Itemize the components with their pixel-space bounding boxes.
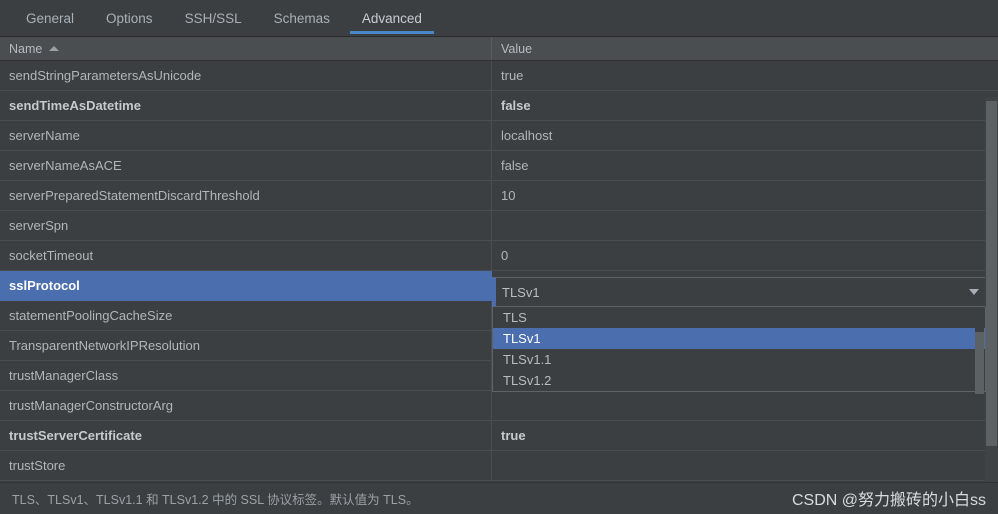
sort-ascending-icon (49, 46, 60, 51)
table-row[interactable]: trustStore (0, 451, 998, 481)
tab-ssh-ssl-label: SSH/SSL (184, 10, 242, 26)
settings-tabbar: General Options SSH/SSL Schemas Advanced (0, 0, 998, 36)
table-row[interactable]: sendStringParametersAsUnicode true (0, 61, 998, 91)
dropdown-option-tlsv11[interactable]: TLSv1.1 (493, 349, 985, 370)
cell-property-name: trustManagerConstructorArg (0, 391, 492, 420)
column-header-value-label: Value (501, 41, 533, 56)
connection-settings-dialog: General Options SSH/SSL Schemas Advanced… (0, 0, 998, 514)
column-header-name[interactable]: Name (0, 37, 492, 60)
cell-property-name: serverPreparedStatementDiscardThreshold (0, 181, 492, 210)
cell-property-value[interactable]: true (492, 61, 998, 90)
table-header-row: Name Value (0, 37, 998, 61)
cell-property-value[interactable]: false (492, 91, 998, 120)
table-row[interactable]: serverPreparedStatementDiscardThreshold … (0, 181, 998, 211)
dropdown-option-tlsv12[interactable]: TLSv1.2 (493, 370, 985, 391)
property-description-text: TLS、TLSv1、TLSv1.1 和 TLSv1.2 中的 SSL 协议标签。… (12, 493, 419, 507)
cell-property-name: serverName (0, 121, 492, 150)
cell-property-name: trustManagerClass (0, 361, 492, 390)
tab-schemas-label: Schemas (273, 10, 330, 26)
dropdown-option-tls[interactable]: TLS (493, 307, 985, 328)
column-header-value[interactable]: Value (492, 37, 998, 60)
combobox-selected-value: TLSv1 (502, 284, 540, 300)
column-header-name-label: Name (9, 41, 43, 56)
tab-ssh-ssl[interactable]: SSH/SSL (169, 0, 258, 36)
cell-property-value[interactable]: false (492, 151, 998, 180)
table-row[interactable]: serverNameAsACE false (0, 151, 998, 181)
tab-options-label: Options (106, 10, 153, 26)
cell-property-name: sslProtocol (0, 271, 492, 300)
cell-property-name: trustServerCertificate (0, 421, 492, 450)
cell-property-value[interactable]: true (492, 421, 998, 450)
dropdown-scrollbar-thumb[interactable] (975, 332, 984, 394)
tab-active-underline (349, 31, 434, 34)
table-row[interactable]: trustServerCertificate true (0, 421, 998, 451)
cell-property-name: sendTimeAsDatetime (0, 91, 492, 120)
tab-general-label: General (26, 10, 75, 26)
tab-general[interactable]: General (10, 0, 90, 36)
cell-property-name: sendStringParametersAsUnicode (0, 61, 492, 90)
cell-property-value[interactable] (492, 451, 998, 480)
tab-advanced-label: Advanced (361, 10, 422, 26)
ssl-protocol-combobox[interactable]: TLSv1 (492, 277, 986, 307)
tab-schemas[interactable]: Schemas (258, 0, 346, 36)
cell-property-name: serverSpn (0, 211, 492, 240)
advanced-properties-table: Name Value sendStringParametersAsUnicode… (0, 36, 998, 514)
table-scrollbar-thumb[interactable] (986, 101, 997, 446)
cell-property-name: TransparentNetworkIPResolution (0, 331, 492, 360)
chevron-down-icon[interactable] (963, 289, 985, 295)
cell-property-name: trustStore (0, 451, 492, 480)
table-row[interactable]: serverSpn (0, 211, 998, 241)
cell-property-name: serverNameAsACE (0, 151, 492, 180)
tab-options[interactable]: Options (90, 0, 169, 36)
table-row[interactable]: serverName localhost (0, 121, 998, 151)
watermark-text: CSDN @努力搬砖的小白ss (791, 492, 986, 509)
table-row[interactable]: sendTimeAsDatetime false (0, 91, 998, 121)
cell-property-value[interactable] (492, 211, 998, 240)
table-row[interactable]: socketTimeout 0 (0, 241, 998, 271)
cell-property-name: statementPoolingCacheSize (0, 301, 492, 330)
cell-property-value[interactable] (492, 391, 998, 420)
cell-property-value[interactable]: 10 (492, 181, 998, 210)
table-row[interactable]: trustManagerConstructorArg (0, 391, 998, 421)
cell-property-value[interactable]: 0 (492, 241, 998, 270)
tab-advanced[interactable]: Advanced (346, 0, 438, 36)
cell-property-value[interactable]: localhost (492, 121, 998, 150)
dropdown-option-tlsv1[interactable]: TLSv1 (493, 328, 985, 349)
ssl-protocol-dropdown-list[interactable]: TLS TLSv1 TLSv1.1 TLSv1.2 (492, 307, 986, 394)
cell-property-name: socketTimeout (0, 241, 492, 270)
table-body: sendStringParametersAsUnicode true sendT… (0, 61, 998, 481)
